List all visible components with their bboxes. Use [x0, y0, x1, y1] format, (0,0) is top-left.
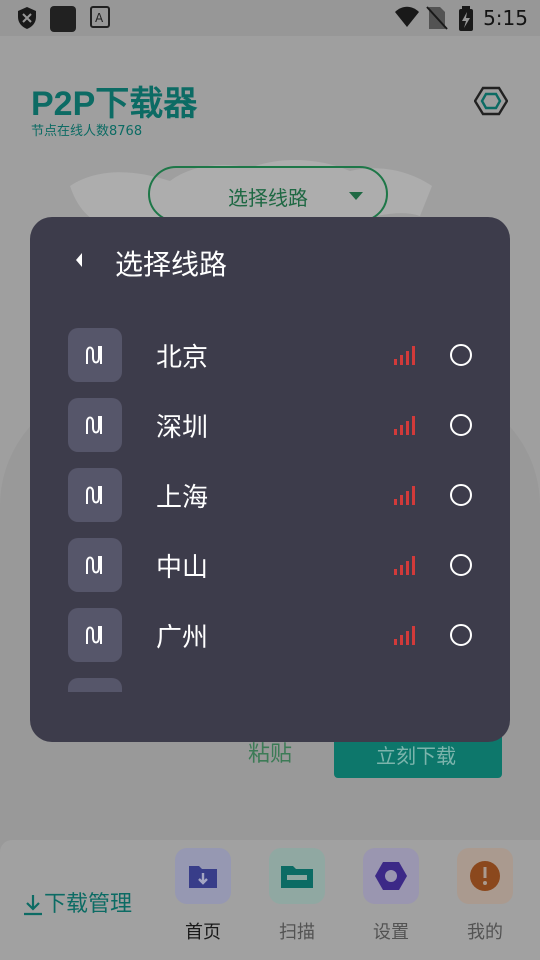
route-icon [68, 328, 122, 382]
route-item-beijing[interactable]: 北京 [30, 325, 510, 395]
route-radio[interactable] [450, 484, 472, 506]
route-name: 南京 [156, 687, 208, 692]
route-icon [68, 538, 122, 592]
back-arrow-icon[interactable] [72, 249, 86, 271]
route-icon [68, 398, 122, 452]
route-item-zhongshan[interactable]: 中山 [30, 535, 510, 605]
route-item-nanjing[interactable]: 南京 [30, 675, 510, 692]
route-list[interactable]: 北京 深圳 上海 中山 广州 [30, 322, 510, 692]
route-radio[interactable] [450, 624, 472, 646]
signal-icon [394, 626, 415, 645]
route-item-shenzhen[interactable]: 深圳 [30, 395, 510, 465]
route-name: 中山 [156, 553, 209, 583]
route-name: 深圳 [156, 413, 209, 443]
route-item-shanghai[interactable]: 上海 [30, 465, 510, 535]
route-radio[interactable] [450, 344, 472, 366]
route-icon [68, 678, 122, 692]
route-radio[interactable] [450, 554, 472, 576]
route-name: 北京 [156, 343, 209, 373]
dialog-title: 选择线路 [115, 248, 228, 281]
route-name: 上海 [156, 483, 209, 513]
signal-icon [394, 416, 415, 435]
route-item-guangzhou[interactable]: 广州 [30, 605, 510, 675]
signal-icon [394, 556, 415, 575]
route-radio[interactable] [450, 414, 472, 436]
select-route-dialog: 选择线路 北京 深圳 上海 中山 广州 [30, 217, 510, 742]
route-icon [68, 468, 122, 522]
signal-icon [394, 346, 415, 365]
route-icon [68, 608, 122, 662]
route-name: 广州 [156, 623, 209, 653]
signal-icon [394, 486, 415, 505]
